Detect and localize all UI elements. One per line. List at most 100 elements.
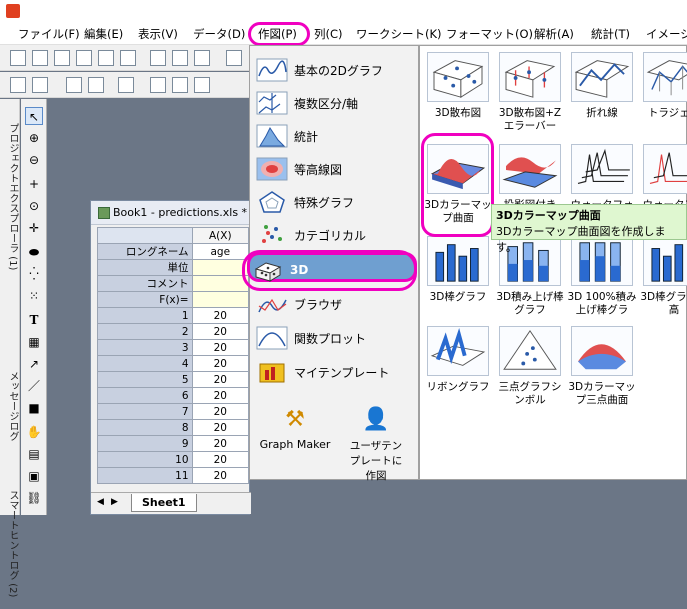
menu-item-contour[interactable]: 等高線図 bbox=[254, 153, 416, 183]
gallery-3d-scatter[interactable]: 3D散布図 bbox=[422, 52, 494, 120]
smart-hint-log-tab[interactable]: スマートヒントログ (2) bbox=[0, 479, 20, 609]
import-icon[interactable] bbox=[150, 50, 166, 66]
new-project-icon[interactable] bbox=[10, 50, 26, 66]
mask-icon[interactable]: ⁙ bbox=[25, 287, 43, 305]
link-tool-icon[interactable]: ⛓ bbox=[25, 489, 43, 507]
data-cell[interactable]: 20 bbox=[191, 323, 250, 340]
zoom-in-icon[interactable]: ⊕ bbox=[25, 129, 43, 147]
data-reader-icon[interactable]: ⊙ bbox=[25, 197, 43, 215]
data-cell[interactable]: 20 bbox=[191, 371, 250, 388]
pointer-icon[interactable]: ↖ bbox=[25, 107, 43, 125]
new-layout-icon[interactable] bbox=[120, 50, 136, 66]
project-explorer-tab[interactable]: プロジェクトエクスプローラ (1) bbox=[0, 107, 20, 287]
row-number[interactable]: 3 bbox=[97, 339, 193, 356]
menu-format[interactable]: フォーマット(O) bbox=[446, 26, 533, 42]
gallery-3d-line[interactable]: 折れ線 bbox=[566, 52, 638, 120]
gallery-ternary-symbol[interactable]: 三点グラフシンボル bbox=[494, 326, 566, 407]
insert-image-icon[interactable]: ▣ bbox=[25, 467, 43, 485]
rectangle-tool-icon[interactable]: ■ bbox=[25, 399, 43, 417]
add-column-icon[interactable] bbox=[10, 77, 26, 93]
workbook-title[interactable]: Book1 - predictions.xls * bbox=[91, 201, 249, 225]
new-matrix-icon[interactable] bbox=[76, 50, 92, 66]
menu-item-statistics[interactable]: 統計 bbox=[254, 120, 416, 150]
gallery-projection-surface[interactable]: 投影図付き bbox=[494, 144, 566, 212]
menu-column[interactable]: 列(C) bbox=[314, 26, 343, 42]
crosshair-icon[interactable]: + bbox=[25, 175, 43, 193]
column-header-a[interactable]: A(X) bbox=[191, 227, 250, 244]
gallery-ribbon[interactable]: リボングラフ bbox=[422, 326, 494, 394]
gallery-3d-bar[interactable]: 3D棒グラフ bbox=[422, 236, 494, 304]
row-number[interactable]: 8 bbox=[97, 419, 193, 436]
data-cell[interactable]: 20 bbox=[191, 419, 250, 436]
menu-item-specialized[interactable]: 特殊グラフ bbox=[254, 186, 416, 216]
menu-statistics[interactable]: 統計(T) bbox=[591, 26, 630, 42]
screen-reader-icon[interactable]: ✛ bbox=[25, 219, 43, 237]
menu-data[interactable]: データ(D) bbox=[193, 26, 245, 42]
sheet-tab[interactable]: Sheet1 bbox=[131, 494, 197, 512]
menu-edit[interactable]: 編集(E) bbox=[84, 26, 123, 42]
data-cell[interactable]: 20 bbox=[191, 387, 250, 404]
row-number[interactable]: 7 bbox=[97, 403, 193, 420]
line-tool-icon[interactable]: ／ bbox=[25, 377, 43, 395]
data-cell[interactable]: 20 bbox=[191, 339, 250, 356]
row-number[interactable]: 11 bbox=[97, 467, 193, 484]
draw-data-icon[interactable]: ⁛ bbox=[25, 265, 43, 283]
menu-item-basic-2d[interactable]: 基本の2Dグラフ bbox=[254, 54, 416, 84]
gallery-trajectory[interactable]: トラジェク bbox=[638, 52, 687, 120]
long-name-cell[interactable]: age bbox=[191, 243, 250, 260]
menu-analysis[interactable]: 解析(A) bbox=[534, 26, 574, 42]
gallery-ternary-colormap-surface[interactable]: 3Dカラーマップ三点曲面 bbox=[566, 326, 638, 407]
hand-icon[interactable]: ✋ bbox=[25, 423, 43, 441]
data-cell[interactable]: 20 bbox=[191, 467, 250, 484]
new-worksheet-icon[interactable] bbox=[32, 50, 48, 66]
unit-cell[interactable] bbox=[191, 259, 250, 276]
table-tool-icon[interactable]: ▦ bbox=[25, 333, 43, 351]
row-numbers-icon[interactable] bbox=[32, 77, 48, 93]
sheet-next-icon[interactable]: ▶ bbox=[111, 497, 118, 507]
stats-icon[interactable] bbox=[118, 77, 134, 93]
row-number[interactable]: 4 bbox=[97, 355, 193, 372]
menu-item-my-templates[interactable]: マイテンプレート bbox=[254, 356, 416, 386]
row-number[interactable]: 5 bbox=[97, 371, 193, 388]
globe-icon[interactable] bbox=[172, 77, 188, 93]
new-function-icon[interactable] bbox=[98, 50, 114, 66]
sort-icon[interactable] bbox=[88, 77, 104, 93]
gallery-waterfall-2[interactable]: ウォータフォ bbox=[638, 144, 687, 212]
menu-worksheet[interactable]: ワークシート(K) bbox=[356, 26, 442, 42]
menu-item-multi-panel[interactable]: 複数区分/軸 bbox=[254, 87, 416, 117]
data-cell[interactable]: 20 bbox=[191, 403, 250, 420]
sheet-prev-icon[interactable]: ◀ bbox=[97, 497, 104, 507]
graph-maker-button[interactable]: ⚒ Graph Maker bbox=[255, 406, 335, 451]
row-number[interactable]: 1 bbox=[97, 307, 193, 324]
row-number[interactable]: 9 bbox=[97, 435, 193, 452]
row-number[interactable]: 6 bbox=[97, 387, 193, 404]
data-cell[interactable]: 20 bbox=[191, 307, 250, 324]
zoom-out-icon[interactable]: ⊖ bbox=[25, 151, 43, 169]
fx-cell[interactable] bbox=[191, 291, 250, 308]
row-number[interactable]: 2 bbox=[97, 323, 193, 340]
menu-item-browser[interactable]: ブラウザ bbox=[254, 288, 416, 318]
menu-image[interactable]: イメージ bbox=[646, 26, 687, 42]
template-icon[interactable] bbox=[172, 50, 188, 66]
data-cell[interactable]: 20 bbox=[191, 435, 250, 452]
data-cell[interactable]: 20 bbox=[191, 355, 250, 372]
menu-item-categorical[interactable]: カテゴリカル bbox=[254, 219, 416, 249]
gallery-3d-scatter-errorbar[interactable]: 3D散布図+Zエラーバー bbox=[494, 52, 566, 133]
color-fill-icon[interactable] bbox=[150, 77, 166, 93]
set-xy-icon[interactable] bbox=[66, 77, 82, 93]
row-number[interactable]: 10 bbox=[97, 451, 193, 468]
comment-cell[interactable] bbox=[191, 275, 250, 292]
data-cell[interactable]: 20 bbox=[191, 451, 250, 468]
menu-item-function-plot[interactable]: 関数プロット bbox=[254, 322, 416, 352]
arrow-tool-icon[interactable]: ↗ bbox=[25, 355, 43, 373]
text-tool-icon[interactable]: T bbox=[25, 311, 43, 329]
message-log-tab[interactable]: メッセージログ bbox=[0, 361, 20, 451]
new-graph-icon[interactable] bbox=[54, 50, 70, 66]
region-icon[interactable]: ⬬ bbox=[25, 243, 43, 261]
menu-view[interactable]: 表示(V) bbox=[138, 26, 178, 42]
insert-graph-icon[interactable]: ▤ bbox=[25, 445, 43, 463]
open-folder-icon[interactable] bbox=[226, 50, 242, 66]
palette-icon[interactable] bbox=[194, 77, 210, 93]
corner-cell[interactable] bbox=[97, 227, 193, 244]
notes-icon[interactable] bbox=[194, 50, 210, 66]
